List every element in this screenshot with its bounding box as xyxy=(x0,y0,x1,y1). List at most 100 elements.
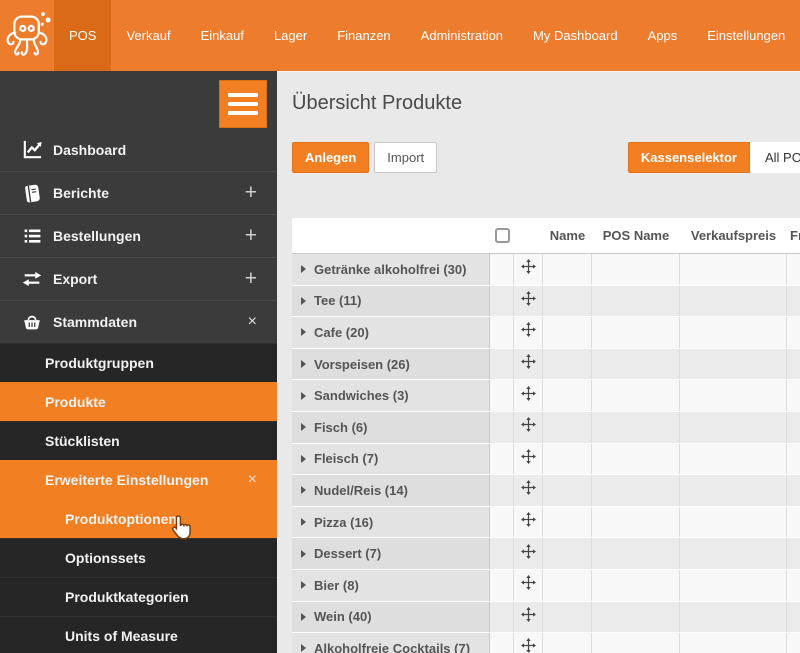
category-cell[interactable]: Dessert (7) xyxy=(292,538,490,569)
pos-name-cell xyxy=(592,411,680,443)
verkaufspreis-cell xyxy=(680,317,787,348)
main-content: Übersicht Produkte Anlegen Import Kassen… xyxy=(277,71,800,653)
drag-handle[interactable] xyxy=(514,254,543,285)
category-label: Vorspeisen (26) xyxy=(314,356,410,372)
collapse-x-icon[interactable]: × xyxy=(248,471,257,489)
topnav-item-pos[interactable]: POS xyxy=(54,0,112,71)
fr-cell xyxy=(787,601,800,633)
topnav-item-einkauf[interactable]: Einkauf xyxy=(186,0,259,71)
anlegen-button[interactable]: Anlegen xyxy=(292,142,370,173)
topnav-item-einstellungen[interactable]: Einstellungen xyxy=(692,0,800,71)
expand-caret-icon[interactable] xyxy=(301,486,306,495)
octopus-logo[interactable] xyxy=(0,0,54,71)
topnav-item-my-dashboard[interactable]: My Dashboard xyxy=(518,0,633,71)
expand-plus-icon[interactable]: + xyxy=(245,181,257,205)
category-label: Nudel/Reis (14) xyxy=(314,482,408,498)
sidebar-item-produktoptionen[interactable]: Produktoptionen xyxy=(0,499,277,538)
name-cell xyxy=(543,285,592,317)
drag-handle[interactable] xyxy=(514,411,543,443)
sidebar-item-label: Berichte xyxy=(53,185,110,201)
expand-caret-icon[interactable] xyxy=(301,644,306,653)
expand-caret-icon[interactable] xyxy=(301,549,306,558)
drag-handle[interactable] xyxy=(514,506,543,538)
sidebar-item-stammdaten[interactable]: Stammdaten × xyxy=(0,300,277,343)
sidebar-item-label: Produkte xyxy=(45,394,106,410)
column-header-fr: Fr xyxy=(790,228,800,243)
category-cell[interactable]: Sandwiches (3) xyxy=(292,380,490,411)
select-all-checkbox[interactable] xyxy=(494,228,510,243)
sidebar-item-produktkategorien[interactable]: Produktkategorien xyxy=(0,577,277,616)
category-label: Bier (8) xyxy=(314,577,359,593)
import-button[interactable]: Import xyxy=(374,142,438,173)
topnav-item-administration[interactable]: Administration xyxy=(406,0,518,71)
drag-handle[interactable] xyxy=(514,285,543,317)
topnav-item-verkauf[interactable]: Verkauf xyxy=(111,0,185,71)
kassenselektor-button[interactable]: Kassenselektor xyxy=(627,142,750,173)
expand-caret-icon[interactable] xyxy=(301,296,306,305)
expand-caret-icon[interactable] xyxy=(301,518,306,527)
category-cell[interactable]: Fleisch (7) xyxy=(292,443,490,475)
sidebar-item-export[interactable]: Export + xyxy=(0,257,277,300)
category-label: Pizza (16) xyxy=(314,514,374,530)
expand-caret-icon[interactable] xyxy=(301,423,306,432)
collapse-x-icon[interactable]: × xyxy=(248,313,257,331)
expand-plus-icon[interactable]: + xyxy=(245,224,257,248)
drag-handle[interactable] xyxy=(514,601,543,633)
sidebar-item-bestellungen[interactable]: Bestellungen + xyxy=(0,214,277,257)
verkaufspreis-cell xyxy=(680,538,787,569)
category-cell[interactable]: Vorspeisen (26) xyxy=(292,348,490,380)
drag-handle[interactable] xyxy=(514,317,543,348)
category-cell[interactable]: Pizza (16) xyxy=(292,506,490,538)
expand-caret-icon[interactable] xyxy=(301,360,306,369)
sidebar-item-st-cklisten[interactable]: Stücklisten xyxy=(0,421,277,460)
move-icon xyxy=(520,480,536,500)
sidebar-item-dashboard[interactable]: Dashboard xyxy=(0,128,277,171)
hamburger-menu-button[interactable] xyxy=(219,80,267,128)
category-cell[interactable]: Getränke alkoholfrei (30) xyxy=(292,254,490,285)
pos-name-cell xyxy=(592,348,680,380)
sidebar-item-optionssets[interactable]: Optionssets xyxy=(0,538,277,577)
topnav-item-finanzen[interactable]: Finanzen xyxy=(322,0,405,71)
drag-handle[interactable] xyxy=(514,569,543,601)
category-cell[interactable]: Fisch (6) xyxy=(292,411,490,443)
category-cell[interactable]: Wein (40) xyxy=(292,601,490,633)
row-checkbox-cell xyxy=(490,348,514,380)
table-body: Getränke alkoholfrei (30) Tee (11) Cafe (2… xyxy=(292,254,800,653)
fr-cell xyxy=(787,443,800,475)
drag-handle[interactable] xyxy=(514,475,543,506)
table-row: Pizza (16) xyxy=(292,506,800,539)
expand-caret-icon[interactable] xyxy=(301,581,306,590)
drag-handle[interactable] xyxy=(514,348,543,380)
drag-handle[interactable] xyxy=(514,538,543,569)
move-icon xyxy=(520,259,536,279)
pos-name-cell xyxy=(592,475,680,506)
fr-cell xyxy=(787,285,800,317)
category-cell[interactable]: Nudel/Reis (14) xyxy=(292,475,490,506)
category-cell[interactable]: Tee (11) xyxy=(292,285,490,317)
category-cell[interactable]: Bier (8) xyxy=(292,569,490,601)
name-cell xyxy=(543,475,592,506)
expand-caret-icon[interactable] xyxy=(301,328,306,337)
drag-handle[interactable] xyxy=(514,380,543,411)
pos-name-cell xyxy=(592,569,680,601)
expand-plus-icon[interactable]: + xyxy=(245,267,257,291)
sidebar-item-produktgruppen[interactable]: Produktgruppen xyxy=(0,343,277,382)
drag-handle[interactable] xyxy=(514,633,543,653)
pos-filter-dropdown[interactable]: All PO xyxy=(750,142,800,173)
topnav-item-apps[interactable]: Apps xyxy=(633,0,693,71)
expand-caret-icon[interactable] xyxy=(301,265,306,274)
pos-name-cell xyxy=(592,254,680,285)
name-cell xyxy=(543,317,592,348)
topnav-item-lager[interactable]: Lager xyxy=(259,0,322,71)
sidebar-item-berichte[interactable]: Berichte + xyxy=(0,171,277,214)
drag-handle[interactable] xyxy=(514,443,543,475)
category-cell[interactable]: Cafe (20) xyxy=(292,317,490,348)
sidebar-item-units-of-measure[interactable]: Units of Measure xyxy=(0,616,277,653)
expand-caret-icon[interactable] xyxy=(301,454,306,463)
category-cell[interactable]: Alkoholfreie Cocktails (7) xyxy=(292,633,490,653)
expand-caret-icon[interactable] xyxy=(301,612,306,621)
fr-cell xyxy=(787,254,800,285)
sidebar-item-produkte[interactable]: Produkte xyxy=(0,382,277,421)
sidebar-item-erweiterte-einstellungen[interactable]: Erweiterte Einstellungen × xyxy=(0,460,277,499)
expand-caret-icon[interactable] xyxy=(301,391,306,400)
